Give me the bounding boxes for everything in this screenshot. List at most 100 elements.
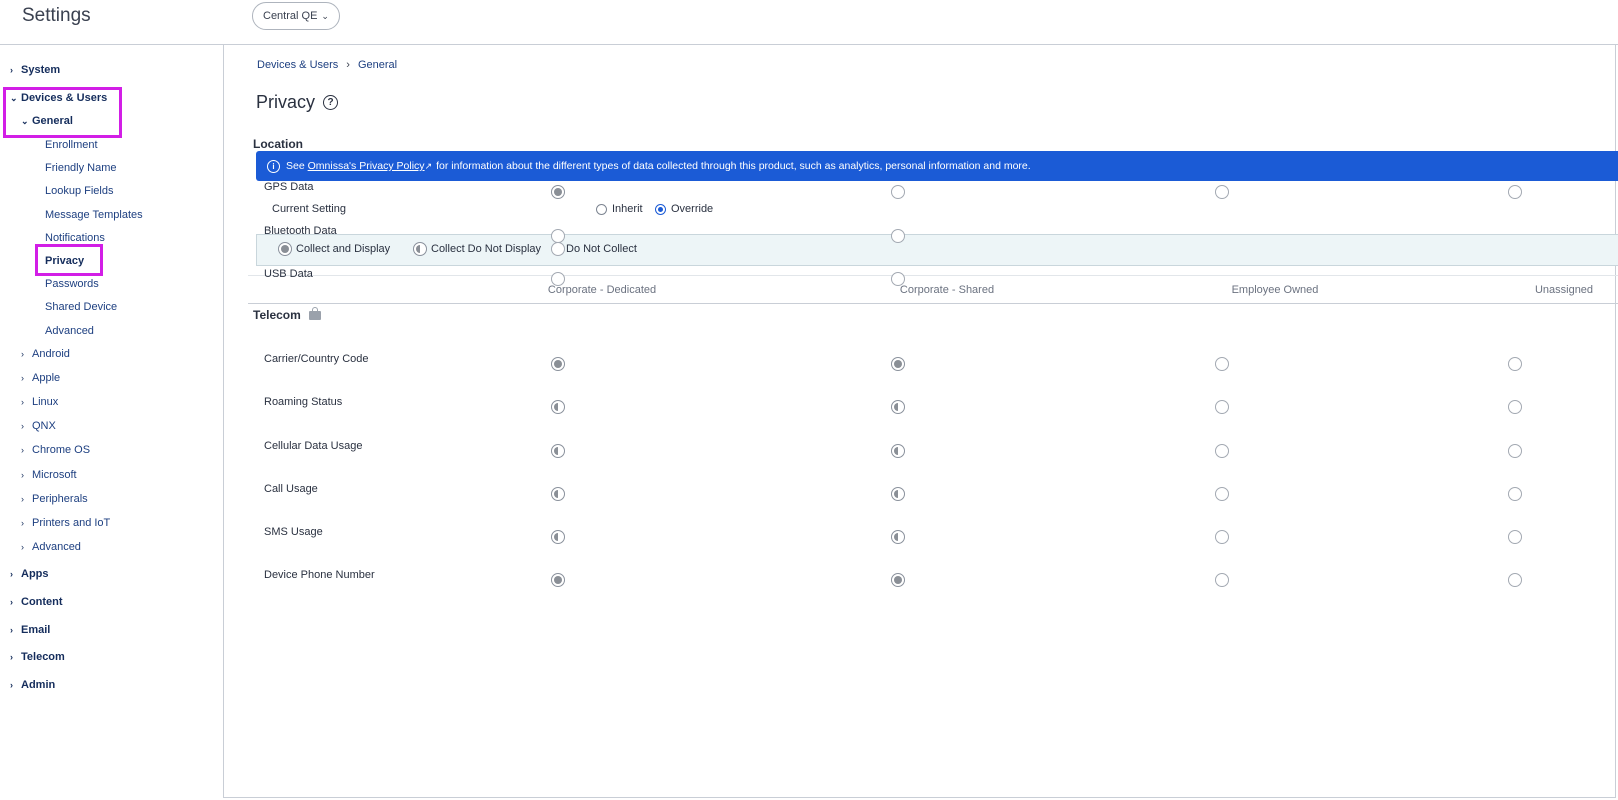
- chevron-right-icon: ›: [21, 373, 24, 384]
- privacy-option-roaming-status-unassigned[interactable]: [1508, 400, 1522, 414]
- privacy-option-gps-data-corporate-shared[interactable]: [891, 185, 905, 199]
- privacy-option-device-phone-number-unassigned[interactable]: [1508, 573, 1522, 587]
- privacy-option-cellular-data-usage-unassigned[interactable]: [1508, 444, 1522, 458]
- chevron-right-icon: ›: [21, 349, 24, 359]
- sidebar-item-apps[interactable]: › Apps: [10, 568, 49, 580]
- sidebar-item-advanced[interactable]: › Advanced: [21, 541, 81, 553]
- sidebar-item-general[interactable]: ⌄ General: [21, 115, 73, 127]
- sidebar-item-label: Peripherals: [32, 492, 88, 505]
- sidebar-item-apple[interactable]: › Apple: [21, 372, 60, 384]
- org-group-selector[interactable]: Central QE ⌄: [252, 2, 340, 30]
- sidebar-item-content[interactable]: › Content: [10, 596, 63, 608]
- inherit-label: Inherit: [612, 203, 643, 215]
- privacy-option-gps-data-unassigned[interactable]: [1508, 185, 1522, 199]
- org-group-value: Central QE: [263, 10, 318, 22]
- sidebar-item-shared-device[interactable]: Shared Device: [45, 301, 117, 313]
- privacy-option-device-phone-number-corporate-shared[interactable]: [891, 573, 905, 587]
- section-title: Telecom: [253, 308, 301, 322]
- sidebar-item-notifications[interactable]: Notifications: [45, 232, 105, 244]
- privacy-option-roaming-status-corporate-shared[interactable]: [891, 400, 905, 414]
- radio-button-override[interactable]: [655, 203, 666, 215]
- sidebar-item-microsoft[interactable]: › Microsoft: [21, 469, 77, 481]
- current-setting-label: Current Setting: [272, 203, 346, 215]
- privacy-option-call-usage-unassigned[interactable]: [1508, 487, 1522, 501]
- row-label-carrier-country-code: Carrier/Country Code: [264, 353, 369, 365]
- section-title: Location: [253, 137, 303, 151]
- privacy-option-cellular-data-usage-employee-owned[interactable]: [1215, 444, 1229, 458]
- privacy-option-call-usage-employee-owned[interactable]: [1215, 487, 1229, 501]
- external-link-icon: ↗: [424, 160, 433, 171]
- sidebar-item-label: Android: [32, 348, 70, 360]
- sidebar-item-devices-users[interactable]: ⌄ Devices & Users: [10, 92, 107, 104]
- privacy-option-usb-data-corporate-dedicated[interactable]: [551, 272, 565, 286]
- privacy-option-carrier-country-code-employee-owned[interactable]: [1215, 357, 1229, 371]
- sidebar-item-android[interactable]: › Android: [21, 348, 70, 360]
- privacy-option-carrier-country-code-unassigned[interactable]: [1508, 357, 1522, 371]
- privacy-option-usb-data-corporate-shared[interactable]: [891, 272, 905, 286]
- chevron-down-icon: ⌄: [21, 116, 29, 126]
- sidebar-item-email[interactable]: › Email: [10, 624, 50, 636]
- privacy-option-call-usage-corporate-shared[interactable]: [891, 487, 905, 501]
- sidebar-item-telecom[interactable]: › Telecom: [10, 651, 65, 663]
- row-label-cellular-data-usage: Cellular Data Usage: [264, 440, 363, 452]
- privacy-option-sms-usage-corporate-shared[interactable]: [891, 530, 905, 544]
- privacy-option-device-phone-number-employee-owned[interactable]: [1215, 573, 1229, 587]
- help-icon[interactable]: ?: [323, 95, 339, 110]
- lock-icon: [308, 306, 321, 320]
- privacy-option-carrier-country-code-corporate-dedicated[interactable]: [551, 357, 565, 371]
- chevron-right-icon: ›: [10, 596, 13, 607]
- privacy-option-cellular-data-usage-corporate-shared[interactable]: [891, 444, 905, 458]
- chevron-right-icon: ›: [10, 624, 13, 635]
- legend-do-not-collect: Do Not Collect: [551, 242, 637, 256]
- privacy-option-carrier-country-code-corporate-shared[interactable]: [891, 357, 905, 371]
- privacy-option-sms-usage-employee-owned[interactable]: [1215, 530, 1229, 544]
- override-radio[interactable]: Override: [655, 203, 713, 215]
- breadcrumb-current[interactable]: General: [358, 59, 397, 71]
- privacy-option-device-phone-number-corporate-dedicated[interactable]: [551, 573, 565, 587]
- sidebar-item-printers-and-iot[interactable]: › Printers and IoT: [21, 517, 110, 529]
- row-label-call-usage: Call Usage: [264, 483, 318, 495]
- privacy-option-gps-data-corporate-dedicated[interactable]: [551, 185, 565, 199]
- chevron-right-icon: ›: [21, 469, 24, 480]
- sidebar-item-admin[interactable]: › Admin: [10, 679, 55, 691]
- privacy-option-bluetooth-data-corporate-dedicated[interactable]: [551, 229, 565, 243]
- sidebar-item-label: Apple: [32, 372, 61, 385]
- chevron-right-icon: ›: [21, 517, 24, 528]
- sidebar-item-label: Chrome OS: [32, 444, 91, 457]
- sidebar-item-lookup-fields[interactable]: Lookup Fields: [45, 185, 114, 197]
- sidebar-item-system[interactable]: › System: [10, 64, 60, 76]
- sidebar-item-advanced[interactable]: Advanced: [45, 325, 94, 337]
- sidebar-item-qnx[interactable]: › QNX: [21, 420, 56, 432]
- breadcrumb-parent-link[interactable]: Devices & Users: [257, 59, 338, 71]
- sidebar-item-enrollment[interactable]: Enrollment: [45, 139, 98, 151]
- sidebar-item-linux[interactable]: › Linux: [21, 396, 58, 408]
- privacy-option-cellular-data-usage-corporate-dedicated[interactable]: [551, 444, 565, 458]
- sidebar-item-message-templates[interactable]: Message Templates: [45, 209, 143, 221]
- row-label-gps-data: GPS Data: [264, 181, 314, 193]
- sidebar-item-label: Admin: [21, 679, 56, 692]
- sidebar-item-privacy[interactable]: Privacy: [45, 255, 84, 267]
- privacy-option-call-usage-corporate-dedicated[interactable]: [551, 487, 565, 501]
- inherit-radio[interactable]: Inherit: [596, 203, 643, 215]
- radio-button-inherit[interactable]: [596, 203, 607, 215]
- breadcrumb: Devices & Users › General: [257, 59, 397, 71]
- sidebar-item-friendly-name[interactable]: Friendly Name: [45, 162, 117, 174]
- privacy-option-sms-usage-corporate-dedicated[interactable]: [551, 530, 565, 544]
- privacy-option-bluetooth-data-corporate-shared[interactable]: [891, 229, 905, 243]
- sidebar-item-peripherals[interactable]: › Peripherals: [21, 493, 88, 505]
- privacy-option-roaming-status-corporate-dedicated[interactable]: [551, 400, 565, 414]
- privacy-option-roaming-status-employee-owned[interactable]: [1215, 400, 1229, 414]
- sidebar-item-label: System: [21, 64, 61, 76]
- sidebar-item-chrome-os[interactable]: › Chrome OS: [21, 444, 90, 456]
- chevron-right-icon: ›: [346, 59, 350, 71]
- sidebar-item-passwords[interactable]: Passwords: [45, 278, 99, 290]
- privacy-policy-link[interactable]: Omnissa's Privacy Policy: [308, 160, 425, 172]
- page-title-text: Privacy: [256, 92, 316, 112]
- override-label: Override: [671, 203, 714, 215]
- chevron-right-icon: ›: [21, 397, 24, 408]
- chevron-down-icon: ⌄: [10, 93, 18, 103]
- privacy-option-sms-usage-unassigned[interactable]: [1508, 530, 1522, 544]
- privacy-option-gps-data-employee-owned[interactable]: [1215, 185, 1229, 199]
- row-label-usb-data: USB Data: [264, 268, 313, 280]
- legend-collect-not-display: Collect Do Not Display: [413, 242, 541, 256]
